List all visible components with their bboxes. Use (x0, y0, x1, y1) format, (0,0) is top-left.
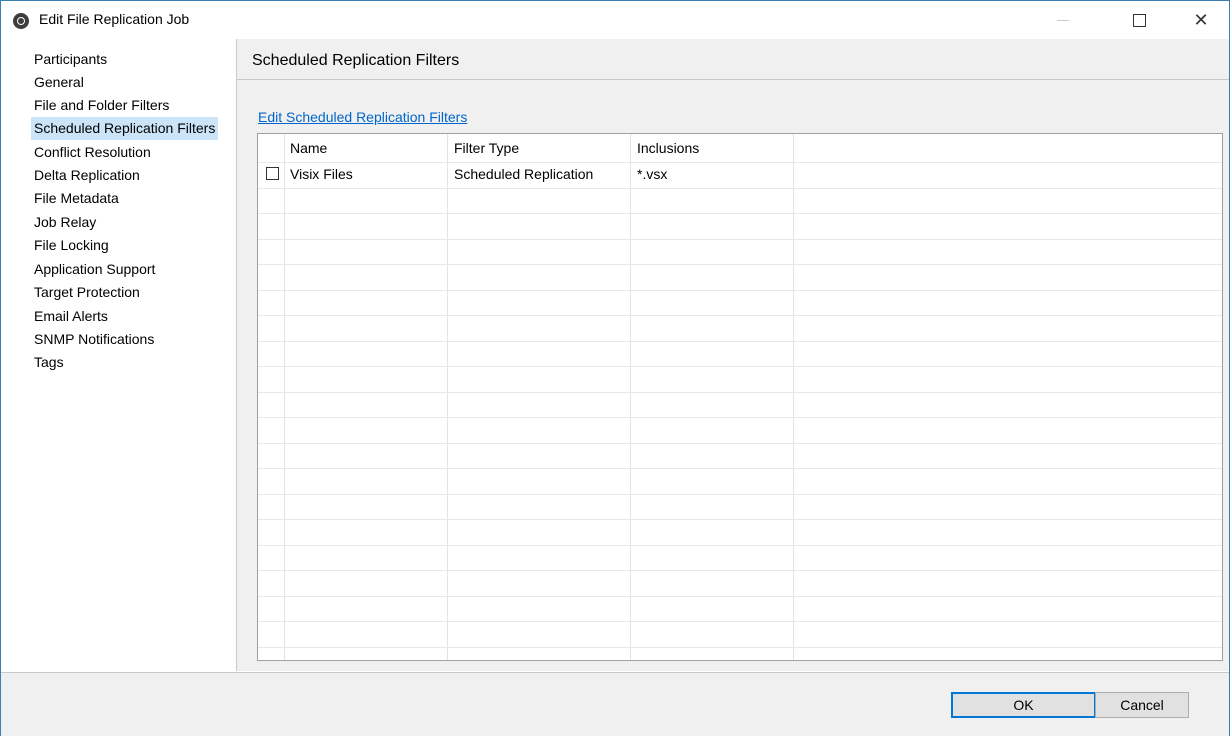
row-name-cell: Visix Files (290, 166, 353, 182)
sidebar-item-file-metadata[interactable]: File Metadata (31, 187, 122, 210)
sidebar-item-job-relay[interactable]: Job Relay (31, 211, 99, 234)
close-button[interactable]: ✕ (1178, 1, 1224, 39)
column-header-name[interactable]: Name (290, 140, 327, 156)
row-filter-type-cell: Scheduled Replication (454, 166, 594, 182)
row-divider (258, 239, 1222, 240)
row-divider (258, 290, 1222, 291)
row-divider (258, 417, 1222, 418)
sidebar-nav: Participants General File and Folder Fil… (1, 39, 237, 671)
row-divider (258, 468, 1222, 469)
edit-filters-link[interactable]: Edit Scheduled Replication Filters (258, 109, 467, 125)
ok-button[interactable]: OK (951, 692, 1096, 718)
sidebar-item-scheduled-replication-filters[interactable]: Scheduled Replication Filters (31, 117, 219, 140)
page-title: Scheduled Replication Filters (252, 52, 460, 69)
column-header-filter-type[interactable]: Filter Type (454, 140, 519, 156)
row-divider (258, 366, 1222, 367)
row-divider (258, 264, 1222, 265)
sidebar-item-file-locking[interactable]: File Locking (31, 234, 112, 257)
row-divider (258, 188, 1222, 189)
sidebar-item-target-protection[interactable]: Target Protection (31, 281, 143, 304)
row-divider (258, 519, 1222, 520)
filters-table[interactable]: Name Filter Type Inclusions Visix Files … (257, 133, 1223, 661)
minimize-icon (1057, 19, 1069, 21)
sidebar-item-email-alerts[interactable]: Email Alerts (31, 305, 111, 328)
page-header: Scheduled Replication Filters (237, 39, 1229, 80)
sidebar-item-snmp-notifications[interactable]: SNMP Notifications (31, 328, 157, 351)
edit-job-dialog: Edit File Replication Job ✕ Participants… (0, 0, 1230, 736)
row-checkbox[interactable] (266, 167, 279, 180)
maximize-icon (1132, 13, 1146, 27)
main-content: Edit Scheduled Replication Filters Name … (237, 80, 1229, 671)
sidebar-item-general[interactable]: General (31, 71, 87, 94)
row-divider (258, 570, 1222, 571)
dialog-footer: OK Cancel (1, 672, 1229, 736)
row-divider (258, 596, 1222, 597)
row-divider (258, 545, 1222, 546)
row-divider (258, 162, 1222, 163)
sidebar-item-tags[interactable]: Tags (31, 351, 67, 374)
sidebar-item-delta-replication[interactable]: Delta Replication (31, 164, 143, 187)
column-header-inclusions[interactable]: Inclusions (637, 140, 699, 156)
close-icon: ✕ (1193, 9, 1209, 31)
row-divider (258, 392, 1222, 393)
row-divider (258, 494, 1222, 495)
app-icon (13, 13, 29, 29)
row-divider (258, 213, 1222, 214)
row-divider (258, 315, 1222, 316)
row-divider (258, 647, 1222, 648)
row-divider (258, 443, 1222, 444)
cancel-button[interactable]: Cancel (1095, 692, 1189, 718)
sidebar-item-file-folder-filters[interactable]: File and Folder Filters (31, 94, 172, 117)
minimize-button[interactable] (1040, 1, 1086, 39)
row-divider (258, 341, 1222, 342)
window-title: Edit File Replication Job (39, 11, 190, 27)
row-divider (258, 621, 1222, 622)
sidebar-item-application-support[interactable]: Application Support (31, 258, 158, 281)
title-bar: Edit File Replication Job ✕ (1, 1, 1229, 39)
sidebar-item-conflict-resolution[interactable]: Conflict Resolution (31, 141, 154, 164)
row-inclusions-cell: *.vsx (637, 166, 668, 182)
maximize-button[interactable] (1116, 1, 1162, 39)
sidebar-item-participants[interactable]: Participants (31, 48, 110, 71)
